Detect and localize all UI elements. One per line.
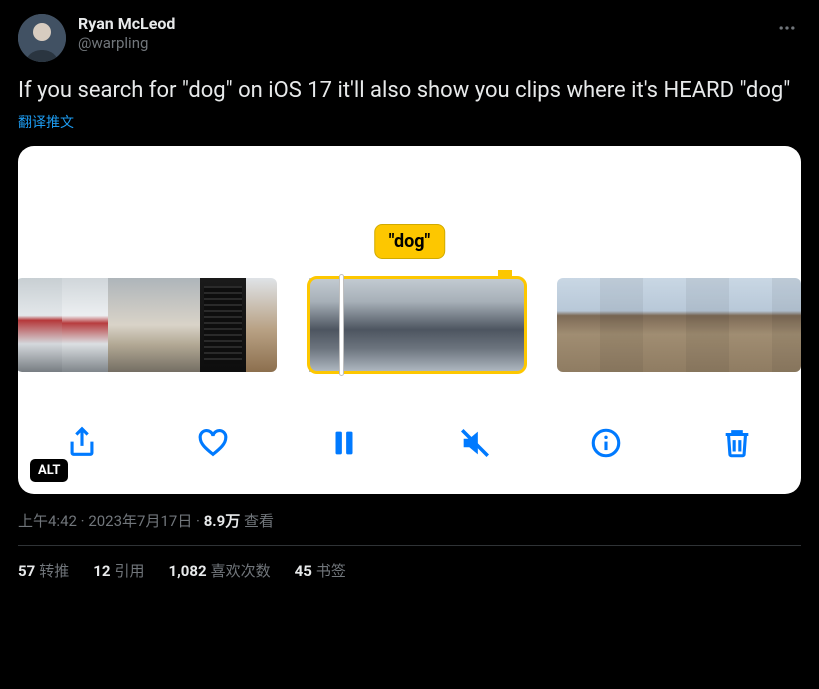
media-attachment[interactable]: "dog"	[18, 146, 801, 494]
more-icon	[777, 18, 797, 38]
clip-timeline[interactable]	[18, 276, 801, 374]
clip-frame	[729, 278, 772, 372]
clip-frame	[363, 278, 417, 372]
clip-frame	[471, 278, 525, 372]
pause-icon	[327, 426, 361, 460]
tweet-date: 2023年7月17日	[88, 512, 192, 530]
bookmarks-stat[interactable]: 45书签	[295, 560, 346, 581]
media-toolbar	[18, 402, 801, 494]
media-whitespace	[18, 146, 801, 234]
tweet-meta[interactable]: 上午4:42 · 2023年7月17日 · 8.9万 查看	[18, 510, 801, 531]
handle: @warpling	[78, 34, 175, 53]
views-count: 8.9万	[204, 512, 241, 530]
share-button[interactable]	[60, 421, 104, 465]
pause-button[interactable]	[322, 421, 366, 465]
clip-frame	[557, 278, 600, 372]
clip-frame	[108, 278, 154, 372]
tweet-time: 上午4:42	[18, 512, 77, 530]
likes-stat[interactable]: 1,082喜欢次数	[168, 560, 270, 581]
clip-frame	[200, 278, 246, 372]
clip-frame	[62, 278, 108, 372]
clip-frame	[154, 278, 200, 372]
display-name: Ryan McLeod	[78, 14, 175, 34]
search-term-badge: "dog"	[374, 224, 446, 259]
more-options-button[interactable]	[773, 14, 801, 42]
tweet-text: If you search for "dog" on iOS 17 it'll …	[18, 76, 801, 106]
mute-button[interactable]	[453, 421, 497, 465]
quotes-stat[interactable]: 12引用	[93, 560, 144, 581]
clip-frame	[417, 278, 471, 372]
clip-frame	[772, 278, 801, 372]
speaker-mute-icon	[458, 426, 492, 460]
tweet-container: Ryan McLeod @warpling If you search for …	[0, 0, 819, 581]
avatar[interactable]	[18, 14, 66, 62]
stats-row: 57转推 12引用 1,082喜欢次数 45书签	[18, 546, 801, 581]
clip-frame	[686, 278, 729, 372]
clip-frame	[600, 278, 643, 372]
tweet-header: Ryan McLeod @warpling	[18, 14, 801, 62]
views-label: 查看	[240, 512, 274, 530]
info-icon	[589, 426, 623, 460]
delete-button[interactable]	[715, 421, 759, 465]
clip-frame	[18, 278, 62, 372]
translate-link[interactable]: 翻译推文	[18, 112, 74, 132]
share-icon	[65, 426, 99, 460]
clip-group-1[interactable]	[18, 278, 277, 372]
playhead[interactable]	[339, 274, 344, 376]
alt-badge[interactable]: ALT	[30, 459, 68, 482]
trash-icon	[720, 426, 754, 460]
info-button[interactable]	[584, 421, 628, 465]
clip-group-2-selected[interactable]	[309, 278, 525, 372]
like-button[interactable]	[191, 421, 235, 465]
clip-group-3[interactable]	[557, 278, 801, 372]
clip-frame	[246, 278, 277, 372]
clip-frame	[309, 278, 363, 372]
heart-icon	[196, 426, 230, 460]
retweets-stat[interactable]: 57转推	[18, 560, 69, 581]
author-names[interactable]: Ryan McLeod @warpling	[78, 14, 175, 53]
clip-frame	[643, 278, 686, 372]
